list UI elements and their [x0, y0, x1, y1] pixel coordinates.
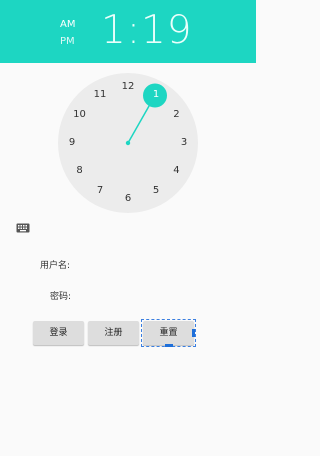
clock-center-dot	[125, 140, 131, 146]
clock-number-9[interactable]: 9	[62, 136, 82, 150]
clock-number-6[interactable]: 6	[118, 192, 138, 206]
resize-handle-bottom[interactable]	[165, 344, 173, 347]
clock-number-3[interactable]: 3	[174, 136, 194, 150]
clock-face[interactable]: 12 1 2 3 4 5 6 7 8 9 10 11	[58, 73, 198, 213]
clock-number-11[interactable]: 11	[90, 88, 110, 102]
clock-number-7[interactable]: 7	[90, 184, 110, 198]
resize-handle-right[interactable]	[192, 329, 195, 337]
selection-outline	[141, 319, 196, 347]
pm-toggle[interactable]: PM	[60, 36, 75, 47]
keyboard-icon[interactable]	[16, 223, 30, 233]
login-button[interactable]: 登录	[33, 321, 84, 345]
clock-number-10[interactable]: 10	[70, 108, 90, 122]
am-toggle[interactable]: AM	[60, 19, 75, 30]
register-button[interactable]: 注册	[88, 321, 139, 345]
time-display[interactable]: 1:19	[101, 8, 193, 53]
time-header: AM PM 1:19	[0, 0, 256, 63]
clock-number-12[interactable]: 12	[118, 80, 138, 94]
clock-number-2[interactable]: 2	[166, 108, 186, 122]
clock-number-1[interactable]: 1	[146, 88, 166, 102]
clock-number-5[interactable]: 5	[146, 184, 166, 198]
password-label: 密码:	[50, 292, 72, 302]
username-label: 用户名:	[40, 261, 71, 271]
clock-number-4[interactable]: 4	[166, 164, 186, 178]
clock-number-8[interactable]: 8	[70, 164, 90, 178]
